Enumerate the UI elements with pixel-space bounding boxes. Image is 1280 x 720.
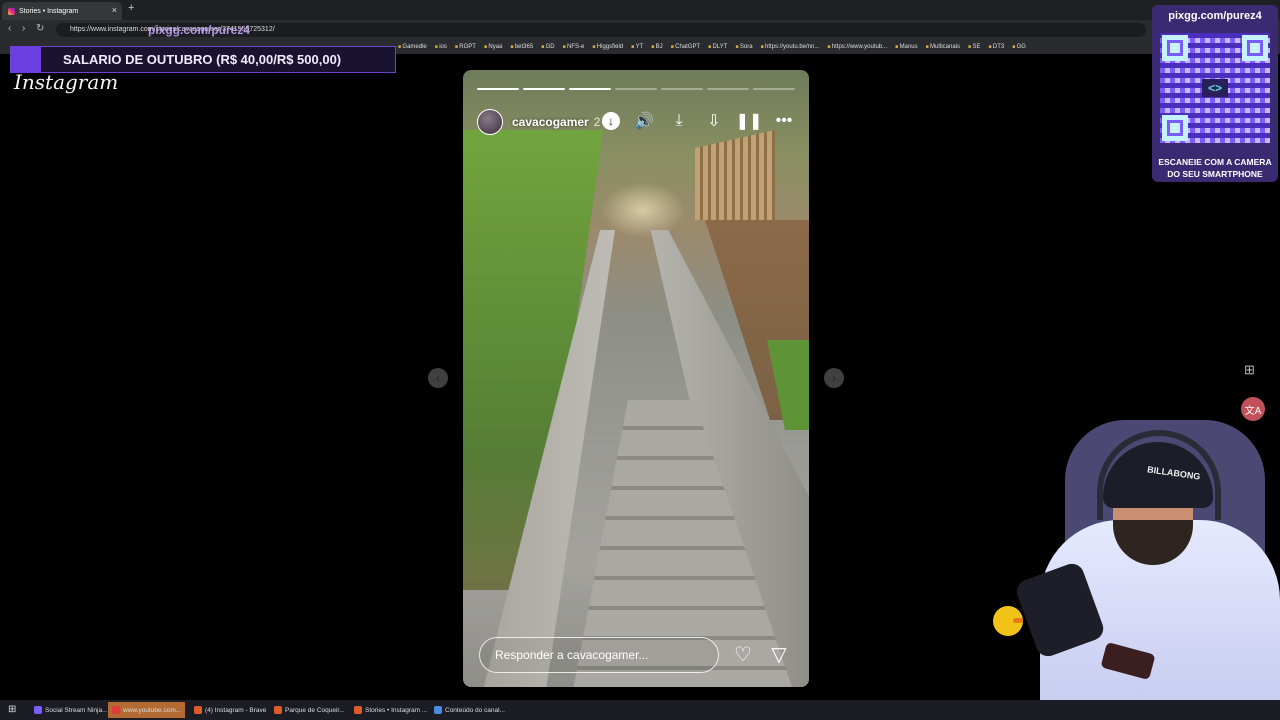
app-icon — [434, 706, 442, 714]
volume-icon[interactable]: 🔊 — [633, 110, 655, 132]
bookmark-item[interactable]: Multicanais — [926, 44, 960, 50]
reply-input[interactable]: Responder a cavacogamer... — [479, 637, 719, 673]
pause-icon[interactable]: ❚❚ — [736, 110, 763, 132]
qr-title: pixgg.com/purez4 — [1168, 10, 1262, 22]
qr-donation-panel: pixgg.com/purez4 <> ESCANEIE COM A CAMER… — [1152, 5, 1278, 182]
qr-footer-line2: DO SEU SMARTPHONE — [1167, 169, 1263, 179]
download-icon[interactable]: ⤓ — [668, 110, 690, 132]
reply-actions: ♡ ▽ — [731, 642, 791, 666]
taskbar-item-label: Conteúdo do canal... — [445, 706, 505, 714]
story-header: cavacogamer 2 ↓ 🔊 ⤓ ⇩ ❚❚ ••• — [477, 108, 795, 136]
bookmark-item[interactable]: Higgsfield — [592, 44, 623, 50]
download-circle-icon[interactable]: ↓ — [602, 112, 620, 130]
salary-badge — [11, 46, 41, 73]
app-icon — [194, 706, 202, 714]
extension-grid-icon[interactable]: ⊞ — [1244, 362, 1255, 378]
taskbar-item[interactable]: Conteúdo do canal... — [430, 702, 509, 718]
close-tab-icon[interactable]: × — [112, 5, 117, 15]
back-icon[interactable]: ‹ — [8, 23, 11, 34]
taskbar-item-label: Stories • Instagram ... — [365, 706, 428, 714]
rubber-duck — [993, 606, 1023, 636]
progress-segment — [615, 88, 657, 90]
like-heart-icon[interactable]: ♡ — [731, 642, 755, 666]
app-icon — [274, 706, 282, 714]
windows-start-icon[interactable]: ⊞ — [8, 704, 16, 715]
qr-code: <> — [1160, 33, 1270, 143]
download-all-icon[interactable]: ⇩ — [703, 110, 725, 132]
salary-text: SALARIO DE OUTUBRO (R$ 40,00/R$ 500,00) — [63, 52, 342, 67]
bookmark-item[interactable]: GG — [1012, 44, 1026, 50]
app-icon — [112, 706, 120, 714]
taskbar-item[interactable]: Stories • Instagram ... — [350, 702, 431, 718]
bookmark-item[interactable]: https://www.youtub... — [827, 44, 887, 50]
taskbar: ⊞ Social Stream Ninja... www.youtube.com.… — [0, 700, 1280, 720]
taskbar-item-label: Parque de Coqueir... — [285, 706, 345, 714]
story-image-gate — [695, 130, 775, 220]
story-progress-bar — [477, 88, 795, 90]
bookmark-item[interactable]: ios — [435, 44, 447, 50]
instagram-logo[interactable]: Instagram — [14, 70, 118, 94]
story-controls: ↓ 🔊 ⤓ ⇩ ❚❚ ••• — [602, 110, 795, 132]
progress-segment — [753, 88, 795, 90]
progress-segment — [477, 88, 519, 90]
qr-finder — [1162, 35, 1188, 61]
taskbar-item-label: Social Stream Ninja... — [45, 706, 108, 714]
browser-tab-bar: Stories • Instagram × + — [0, 0, 1280, 20]
bookmark-item[interactable]: Gamedle — [398, 44, 426, 50]
more-options-icon[interactable]: ••• — [773, 110, 795, 132]
taskbar-item[interactable]: (4) Instagram - Brave — [190, 702, 270, 718]
send-icon[interactable]: ▽ — [767, 642, 791, 666]
bookmark-item[interactable]: DLYT — [708, 44, 728, 50]
bookmark-item[interactable]: Manus — [895, 44, 918, 50]
next-story-button[interactable]: › — [824, 368, 844, 388]
taskbar-item[interactable]: Parque de Coqueir... — [270, 702, 349, 718]
app-icon — [34, 706, 42, 714]
reload-icon[interactable]: ↻ — [36, 23, 44, 34]
qr-footer: ESCANEIE COM A CAMERA DO SEU SMARTPHONE — [1152, 156, 1278, 180]
webcam-overlay: BILLABONG — [985, 400, 1280, 700]
avatar[interactable] — [477, 109, 503, 135]
taskbar-item[interactable]: www.youtube.com... — [108, 702, 186, 718]
taskbar-item-label: www.youtube.com... — [123, 706, 182, 714]
progress-segment — [569, 88, 611, 90]
progress-segment — [661, 88, 703, 90]
forward-icon[interactable]: › — [22, 23, 25, 34]
bookmark-item[interactable]: RGPT — [455, 44, 476, 50]
taskbar-item-label: (4) Instagram - Brave — [205, 706, 267, 714]
url-overlay-text: pixgg.com/purez4 — [148, 23, 251, 37]
bookmark-item[interactable]: BJ — [651, 44, 663, 50]
app-icon — [354, 706, 362, 714]
instagram-favicon-icon — [8, 7, 15, 15]
bookmark-item[interactable]: DT3 — [988, 44, 1004, 50]
progress-segment — [707, 88, 749, 90]
bookmark-item[interactable]: GD — [541, 44, 555, 50]
story-username[interactable]: cavacogamer — [512, 115, 589, 129]
qr-finder — [1242, 35, 1268, 61]
bookmark-item[interactable]: Nyaa — [484, 44, 502, 50]
story-time: 2 — [593, 115, 601, 129]
progress-segment — [523, 88, 565, 90]
taskbar-item[interactable]: Social Stream Ninja... — [30, 702, 112, 718]
bookmark-item[interactable]: bet365 — [510, 44, 533, 50]
new-tab-button[interactable]: + — [128, 2, 134, 14]
bookmark-item[interactable]: Sora — [735, 44, 753, 50]
salary-banner: SALARIO DE OUTUBRO (R$ 40,00/R$ 500,00) — [10, 46, 396, 73]
pixgg-logo-icon: <> — [1202, 79, 1228, 97]
previous-story-button[interactable]: ‹ — [428, 368, 448, 388]
bookmark-item[interactable]: YT — [631, 44, 644, 50]
bookmark-item[interactable]: https://youtu.be/nn... — [761, 44, 819, 50]
qr-footer-line1: ESCANEIE COM A CAMERA — [1158, 157, 1272, 167]
tab-title: Stories • Instagram — [19, 7, 79, 15]
qr-finder — [1162, 115, 1188, 141]
story-viewer[interactable]: cavacogamer 2 ↓ 🔊 ⤓ ⇩ ❚❚ ••• Responder a… — [463, 70, 809, 687]
bookmark-item[interactable]: NFS-e — [563, 44, 584, 50]
bookmark-item[interactable]: ChatGPT — [671, 44, 700, 50]
bookmark-item[interactable]: SE — [968, 44, 980, 50]
browser-tab-stories[interactable]: Stories • Instagram × — [2, 2, 122, 20]
